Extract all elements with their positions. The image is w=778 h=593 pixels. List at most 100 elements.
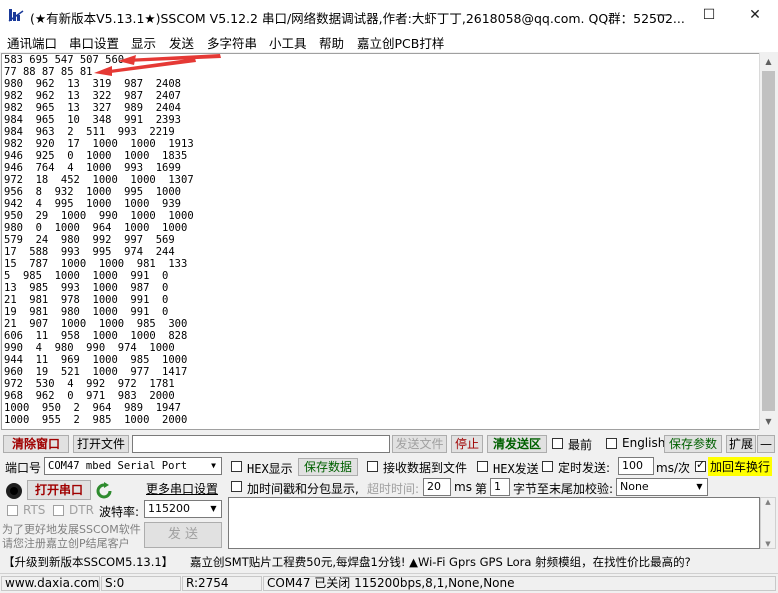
receive-line: 21 907 1000 1000 985 300	[4, 318, 188, 330]
receive-line: 960 19 521 1000 977 1417	[4, 366, 188, 378]
menu-help[interactable]: 帮助	[319, 33, 344, 52]
menu-comm-port[interactable]: 通讯端口	[7, 33, 57, 52]
scroll-thumb[interactable]	[762, 71, 775, 411]
open-file-button[interactable]: 打开文件	[73, 435, 129, 453]
port-select[interactable]: COM47 mbed Serial Port ▼	[44, 457, 222, 475]
checksum-select-value: None	[620, 480, 649, 493]
chevron-down-icon[interactable]: ▼	[206, 501, 221, 517]
timeout-input[interactable]: 20	[423, 478, 451, 496]
menu-serial-settings[interactable]: 串口设置	[69, 33, 119, 52]
baud-label: 波特率:	[99, 505, 140, 519]
add-crlf-label: 加回车换行	[708, 457, 773, 476]
timed-send-label: 定时发送:	[558, 461, 611, 475]
receive-line: 946 925 0 1000 1000 1835	[4, 150, 188, 162]
clear-window-button[interactable]: 清除窗口	[3, 435, 69, 453]
save-params-button[interactable]: 保存参数	[664, 435, 722, 453]
title-bar: (★有新版本V5.13.1★)SSCOM V5.12.2 串口/网络数据调试器,…	[0, 0, 778, 30]
menu-send[interactable]: 发送	[169, 33, 194, 52]
timeout-label: 超时时间:	[367, 482, 420, 496]
minimize-button[interactable]: —	[640, 0, 686, 30]
rts-label: RTS	[23, 503, 46, 517]
menu-bar: 通讯端口 串口设置 显示 发送 多字符串 小工具 帮助 嘉立创PCB打样	[0, 30, 778, 52]
maximize-button[interactable]: ☐	[686, 0, 732, 30]
send-button[interactable]: 发 送	[144, 522, 222, 548]
menu-display[interactable]: 显示	[131, 33, 156, 52]
receive-line: 606 11 958 1000 1000 828	[4, 330, 188, 342]
send-file-button[interactable]: 发送文件	[392, 435, 447, 453]
scroll-down-icon[interactable]: ▼	[761, 540, 775, 548]
website-link[interactable]: www.daxia.com	[1, 576, 100, 591]
port-select-value: COM47 mbed Serial Port	[48, 460, 188, 472]
receive-line: 944 11 969 1000 985 1000	[4, 354, 188, 366]
english-checkbox[interactable]	[606, 438, 617, 449]
topmost-checkbox[interactable]	[552, 438, 563, 449]
send-scrollbar[interactable]: ▲ ▼	[760, 497, 776, 549]
rts-checkbox[interactable]	[7, 505, 18, 516]
menu-tools[interactable]: 小工具	[269, 33, 307, 52]
sent-count: S:0	[101, 576, 181, 591]
scroll-up-icon[interactable]: ▲	[760, 53, 777, 70]
scroll-up-icon[interactable]: ▲	[761, 498, 775, 506]
receive-line: 942 4 995 1000 1000 939	[4, 198, 182, 210]
status-bar: www.daxia.com S:0 R:2754 COM47 已关闭 11520…	[0, 573, 778, 593]
hex-display-label: HEX显示	[247, 462, 293, 476]
port-status-indicator-icon	[6, 483, 22, 499]
byte-index-input[interactable]: 1	[490, 478, 510, 496]
interval-unit: ms/次	[656, 461, 690, 475]
chevron-down-icon[interactable]: ▼	[692, 479, 707, 495]
timeout-unit: ms	[454, 480, 472, 494]
received-count: R:2754	[182, 576, 262, 591]
dtr-checkbox[interactable]	[53, 505, 64, 516]
checksum-select[interactable]: None ▼	[616, 478, 708, 496]
collapse-button[interactable]: —	[757, 435, 775, 453]
promo-line-2: 请您注册嘉立创P结尾客户	[2, 537, 130, 550]
receive-textarea[interactable]: 583 695 547 507 560 77 88 87 85 81 980 962…	[1, 53, 760, 430]
more-serial-settings-link[interactable]: 更多串口设置	[146, 480, 218, 497]
hex-send-checkbox[interactable]	[477, 461, 488, 472]
receive-line: 990 4 980 990 974 1000	[4, 342, 175, 354]
send-textarea[interactable]	[228, 497, 760, 549]
upgrade-link[interactable]: 【升级到新版本SSCOM5.13.1】	[3, 554, 173, 570]
receive-line: 1000 950 2 964 989 1947	[4, 402, 182, 414]
save-data-button[interactable]: 保存数据	[298, 458, 358, 476]
arrow-1-head	[118, 55, 136, 65]
hex-display-checkbox[interactable]	[231, 461, 242, 472]
timed-send-checkbox[interactable]	[542, 461, 553, 472]
close-button[interactable]: ✕	[732, 0, 778, 30]
interval-input[interactable]: 100	[618, 457, 654, 475]
baud-select[interactable]: 115200 ▼	[144, 500, 222, 518]
receive-line: 984 963 2 511 993 2219	[4, 126, 175, 138]
chevron-down-icon[interactable]: ▼	[206, 458, 221, 474]
add-crlf-checkbox[interactable]	[695, 458, 706, 472]
receive-line: 17 588 993 995 974 244	[4, 246, 175, 258]
receive-line: 982 962 13 322 987 2407	[4, 90, 182, 102]
receive-line: 972 18 452 1000 1000 1307	[4, 174, 194, 186]
receive-scrollbar[interactable]: ▲ ▼	[759, 53, 777, 430]
byte-prefix: 第	[475, 482, 488, 496]
window-title: (★有新版本V5.13.1★)SSCOM V5.12.2 串口/网络数据调试器,…	[30, 11, 685, 26]
receive-line: 5 985 1000 1000 991 0	[4, 270, 169, 282]
file-path-input[interactable]	[132, 435, 390, 453]
menu-multi-string[interactable]: 多字符串	[207, 33, 257, 52]
receive-line: 579 24 980 992 997 569	[4, 234, 175, 246]
ad-ticker[interactable]: 嘉立创SMT贴片工程费50元,每焊盘1分钱! ▲Wi-Fi Gprs GPS L…	[190, 554, 691, 570]
receive-line: 1000 955 2 985 1000 2000	[4, 414, 188, 426]
receive-line: 980 0 1000 964 1000 1000	[4, 222, 188, 234]
clear-send-area-button[interactable]: 清发送区	[487, 435, 547, 453]
receive-line: 19 981 980 1000 991 0	[4, 306, 169, 318]
open-port-button[interactable]: 打开串口	[27, 480, 91, 500]
annotation-arrows	[94, 54, 221, 76]
recv-to-file-checkbox[interactable]	[367, 461, 378, 472]
receive-line: 15 787 1000 1000 981 133	[4, 258, 188, 270]
expand-button[interactable]: 扩展	[726, 435, 756, 453]
menu-pcb[interactable]: 嘉立创PCB打样	[357, 33, 444, 52]
receive-line: 982 920 17 1000 1000 1913	[4, 138, 194, 150]
add-timestamp-checkbox[interactable]	[231, 481, 242, 492]
receive-line: 982 965 13 327 989 2404	[4, 102, 182, 114]
port-label: 端口号	[5, 461, 42, 475]
receive-line: 980 962 13 319 987 2408	[4, 78, 182, 90]
receive-line: 21 981 978 1000 991 0	[4, 294, 169, 306]
refresh-icon[interactable]	[95, 482, 113, 500]
stop-button[interactable]: 停止	[451, 435, 483, 453]
scroll-down-icon[interactable]: ▼	[760, 413, 777, 430]
